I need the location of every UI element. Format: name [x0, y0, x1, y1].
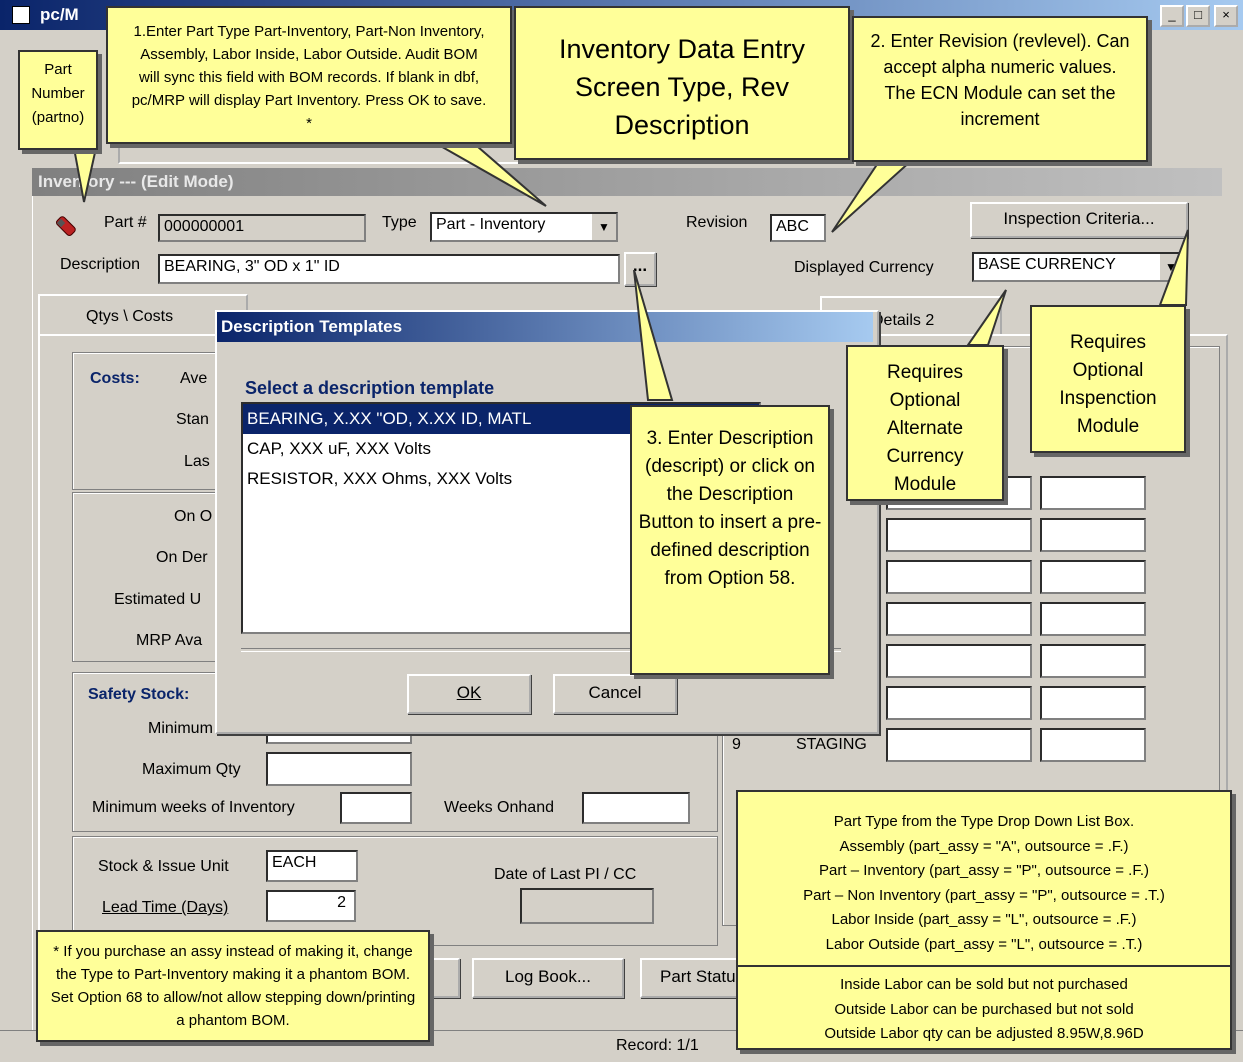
location-qty-field[interactable] [886, 560, 1032, 594]
part-type-line: Labor Inside (part_assy = "L", outsource… [831, 911, 1137, 928]
callout-revision: 2. Enter Revision (revlevel). Can accept… [852, 16, 1148, 162]
callout-description: 3. Enter Description (descript) or click… [630, 405, 830, 675]
callout-divider [738, 965, 1230, 967]
minimize-button[interactable]: _ [1160, 5, 1184, 27]
callout-heading: Inventory Data Entry Screen Type, Rev De… [514, 6, 850, 160]
weeks-onhand-field[interactable] [582, 792, 690, 824]
callout-currency-module: Requires Optional Alternate Currency Mod… [846, 345, 1004, 501]
tab-qtys-costs-label: Qtys \ Costs [86, 308, 174, 325]
location-extra-field[interactable] [1040, 644, 1146, 678]
location-qty-field[interactable] [886, 728, 1032, 762]
tab-details-2-label: Details 2 [872, 312, 935, 329]
description-template-button[interactable]: ... [624, 252, 656, 286]
part-type-line: Assembly (part_assy = "A", outsource = .… [839, 837, 1129, 855]
on-order-label: On O [174, 508, 213, 525]
type-select[interactable]: Part - Inventory ▼ [430, 212, 618, 242]
location-extra-field[interactable] [1040, 518, 1146, 552]
window-title: pc/M [40, 5, 79, 24]
dialog-title: Description Templates [217, 312, 873, 342]
part-label: Part # [104, 214, 147, 231]
location-extra-field[interactable] [1040, 728, 1146, 762]
maximum-qty-label: Maximum Qty [142, 761, 241, 778]
stock-issue-unit-label: Stock & Issue Unit [98, 858, 229, 875]
callout-part-type: Part Type from the Type Drop Down List B… [736, 790, 1232, 1050]
standard-cost-label: Stan [176, 411, 209, 428]
min-weeks-label: Minimum weeks of Inventory [92, 799, 295, 816]
location-qty-field[interactable] [886, 602, 1032, 636]
labor-line: Outside Labor can be purchased but not s… [834, 1000, 1134, 1018]
stock-issue-unit-field[interactable]: EACH [266, 850, 358, 882]
edit-mode-title: Inventory --- (Edit Mode) [32, 168, 1222, 196]
description-field[interactable]: BEARING, 3" OD x 1" ID [158, 254, 620, 284]
maximize-button[interactable]: □ [1186, 5, 1210, 27]
part-type-line: Part – Inventory (part_assy = "P", outso… [819, 862, 1149, 879]
location-extra-field[interactable] [1040, 686, 1146, 720]
costs-heading: Costs: [90, 370, 140, 387]
location-extra-field[interactable] [1040, 602, 1146, 636]
part-number-field[interactable]: 000000001 [158, 214, 366, 242]
location-extra-field[interactable] [1040, 476, 1146, 510]
currency-label: Displayed Currency [794, 259, 934, 276]
currency-value: BASE CURRENCY [978, 256, 1116, 273]
log-book-button[interactable]: Log Book... [472, 958, 624, 998]
lead-time-field[interactable]: 2 [266, 890, 356, 922]
type-label: Type [382, 214, 417, 231]
date-last-pi-label: Date of Last PI / CC [494, 866, 637, 883]
location-qty-field[interactable] [886, 518, 1032, 552]
labor-line: Inside Labor can be sold but not purchas… [840, 976, 1128, 993]
cancel-button[interactable]: Cancel [553, 674, 677, 714]
safety-stock-heading: Safety Stock: [88, 686, 190, 703]
part-type-line: Part – Non Inventory (part_assy = "P", o… [803, 886, 1165, 904]
callout-part-number: Part Number (partno) [18, 50, 98, 150]
maximum-qty-field[interactable] [266, 752, 412, 786]
location-name: STAGING [796, 736, 867, 753]
location-number: 9 [732, 736, 741, 753]
callout-assy-note: * If you purchase an assy instead of mak… [36, 930, 430, 1042]
revision-label: Revision [686, 214, 748, 231]
location-extra-field[interactable] [1040, 560, 1146, 594]
chevron-down-icon[interactable]: ▼ [590, 214, 616, 240]
part-icon [54, 210, 82, 238]
ok-button[interactable]: OK [407, 674, 531, 714]
part-type-line: Part Type from the Type Drop Down List B… [833, 813, 1135, 830]
type-value: Part - Inventory [436, 216, 546, 233]
inspection-criteria-button[interactable]: Inspection Criteria... [970, 202, 1188, 238]
minimum-qty-label: Minimum [148, 720, 213, 737]
mrp-available-label: MRP Ava [136, 632, 203, 649]
part-type-line: Labor Outside (part_assy = "L", outsourc… [825, 935, 1143, 953]
location-qty-field[interactable] [886, 644, 1032, 678]
lead-time-label[interactable]: Lead Time (Days) [102, 899, 228, 917]
labor-line: Outside Labor qty can be adjusted 8.95W,… [824, 1025, 1144, 1042]
location-qty-field[interactable] [886, 686, 1032, 720]
callout-type-info: 1.Enter Part Type Part-Inventory, Part-N… [106, 6, 512, 144]
dialog-heading: Select a description template [245, 378, 495, 398]
chevron-down-icon[interactable]: ▼ [1160, 254, 1182, 280]
average-cost-label: Ave [180, 370, 208, 387]
description-label: Description [60, 256, 141, 273]
currency-select[interactable]: BASE CURRENCY ▼ [972, 252, 1184, 282]
last-cost-label: Las [184, 453, 210, 470]
callout-inspection-module: Requires Optional Inspenction Module [1030, 305, 1186, 453]
revision-field[interactable]: ABC [770, 214, 826, 242]
min-weeks-field[interactable] [340, 792, 412, 824]
weeks-onhand-label: Weeks Onhand [444, 799, 554, 816]
date-last-pi-field [520, 888, 654, 924]
close-button[interactable]: × [1214, 5, 1238, 27]
estimated-usage-label: Estimated U [114, 591, 202, 608]
record-indicator: Record: 1/1 [616, 1037, 699, 1054]
app-icon [12, 6, 30, 24]
on-demand-label: On Der [156, 549, 208, 566]
